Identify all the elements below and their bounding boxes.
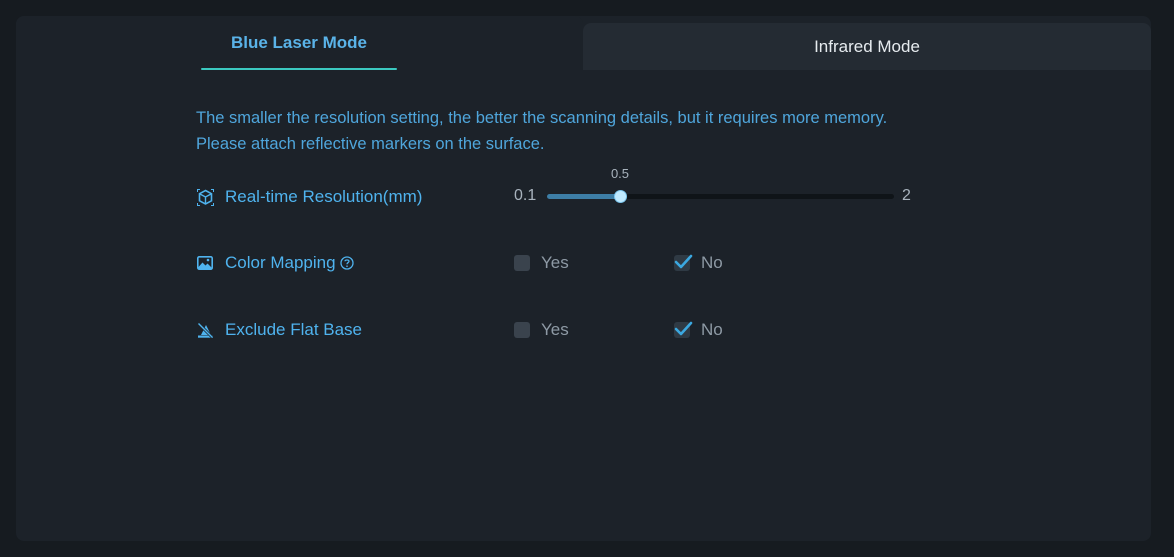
active-tab-indicator: [201, 68, 397, 70]
exclude-flat-base-no-checkbox[interactable]: [674, 321, 693, 338]
help-icon[interactable]: [339, 256, 354, 270]
tab-blue-laser-mode-label[interactable]: Blue Laser Mode: [201, 16, 397, 70]
settings-panel: Blue Laser Mode Infrared Mode The smalle…: [16, 16, 1151, 541]
exclude-flat-base-no-option[interactable]: No: [674, 320, 723, 340]
color-mapping-yes-option[interactable]: Yes: [514, 253, 569, 273]
color-mapping-no-option[interactable]: No: [674, 253, 723, 273]
color-mapping-row-label: Color Mapping: [196, 252, 354, 274]
color-mapping-yes-checkbox[interactable]: [514, 255, 530, 271]
slider-max-label: 2: [902, 187, 911, 204]
slider-thumb[interactable]: [615, 191, 627, 202]
tab-blue-laser-mode[interactable]: Blue Laser Mode: [16, 16, 583, 70]
tab-infrared-mode-label[interactable]: Infrared Mode: [583, 23, 1151, 70]
exclude-flat-base-row-label: Exclude Flat Base: [196, 319, 362, 341]
exclude-flat-base-yes-label: Yes: [541, 320, 569, 339]
slider-current-value: 0.5: [610, 166, 630, 181]
tab-infrared-mode[interactable]: Infrared Mode: [583, 23, 1151, 70]
resolution-slider[interactable]: [547, 191, 894, 202]
color-mapping-label: Color Mapping: [225, 253, 336, 272]
info-line-resolution: The smaller the resolution setting, the …: [196, 109, 888, 127]
slider-min-label: 0.1: [514, 187, 537, 204]
resolution-row-label: Real-time Resolution(mm): [196, 186, 422, 208]
cube-scan-icon: [196, 188, 214, 206]
resolution-label: Real-time Resolution(mm): [225, 187, 423, 206]
info-line-markers: Please attach reflective markers on the …: [196, 135, 545, 153]
exclude-flat-base-label: Exclude Flat Base: [225, 320, 363, 339]
exclude-flat-base-yes-checkbox[interactable]: [514, 322, 530, 338]
color-mapping-no-label: No: [701, 253, 723, 272]
checkmark-icon: [674, 321, 693, 336]
checkmark-icon: [674, 254, 693, 269]
color-mapping-yes-label: Yes: [541, 253, 569, 272]
color-mapping-no-checkbox[interactable]: [674, 254, 693, 271]
exclude-flat-base-yes-option[interactable]: Yes: [514, 320, 569, 340]
info-text: The smaller the resolution setting, the …: [196, 105, 887, 157]
exclude-flat-base-no-label: No: [701, 320, 723, 339]
slider-fill: [547, 194, 621, 199]
exclude-base-icon: [196, 321, 214, 339]
image-icon: [196, 254, 214, 272]
